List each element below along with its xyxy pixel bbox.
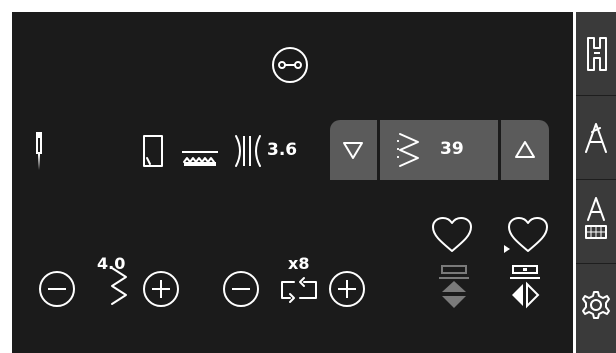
plus-circle-icon <box>329 271 365 307</box>
presser-foot-menu-icon <box>587 37 607 71</box>
heart-arrow-icon <box>504 217 548 253</box>
repeat-count: x8 <box>288 254 310 273</box>
right-sidebar <box>576 12 616 353</box>
width-value: 3.6 <box>267 140 298 160</box>
feed-dogs-indicator[interactable] <box>180 148 220 170</box>
font-a-icon <box>585 123 607 153</box>
presser-foot-icon <box>143 135 163 167</box>
feed-dogs-icon <box>182 151 218 166</box>
presser-foot-indicator[interactable] <box>142 134 168 168</box>
font-a-button[interactable] <box>576 96 616 180</box>
needle-icon <box>36 132 42 170</box>
stitch-number-display[interactable]: 39 <box>380 120 498 180</box>
font-keyboard-icon <box>585 197 607 239</box>
stitch-prev-button[interactable] <box>330 120 377 180</box>
stitch-number: 39 <box>440 139 464 159</box>
buttonhole-icon <box>272 47 308 83</box>
stitch-width-setting[interactable]: 3.6 <box>232 132 322 170</box>
favorite-save-button[interactable] <box>502 215 552 257</box>
stitch-width-gap-icon <box>235 135 261 167</box>
repeat-indicator <box>276 272 322 306</box>
minus-circle-icon <box>39 271 75 307</box>
width-increase-button[interactable] <box>142 270 180 308</box>
mirror-horizontal-button[interactable] <box>508 264 542 310</box>
settings-button[interactable] <box>576 264 616 348</box>
triangle-up-icon <box>515 141 535 158</box>
repeat-increase-button[interactable] <box>328 270 366 308</box>
needle-indicator[interactable] <box>32 130 46 172</box>
triangle-down-icon <box>343 142 363 159</box>
plus-circle-icon <box>143 271 179 307</box>
sewing-screen: 3.6 39 4.0 x8 <box>12 12 573 353</box>
stitch-next-button[interactable] <box>501 120 549 180</box>
presser-foot-menu-button[interactable] <box>576 12 616 96</box>
favorite-button[interactable] <box>430 215 474 255</box>
zigzag-width-indicator <box>106 266 130 310</box>
repeat-decrease-button[interactable] <box>222 270 260 308</box>
minus-circle-icon <box>223 271 259 307</box>
mirror-disabled-icon <box>439 265 469 308</box>
gear-icon <box>582 291 610 319</box>
mirror-icon <box>510 265 540 309</box>
repeat-icon <box>281 277 317 303</box>
zigzag-icon <box>111 267 127 305</box>
heart-icon <box>432 217 472 252</box>
mirror-vertical-button[interactable] <box>437 264 471 310</box>
width-decrease-button[interactable] <box>38 270 76 308</box>
font-keyboard-button[interactable] <box>576 180 616 264</box>
buttonhole-button[interactable] <box>268 45 312 85</box>
zigzag-stitch-icon <box>397 133 419 167</box>
